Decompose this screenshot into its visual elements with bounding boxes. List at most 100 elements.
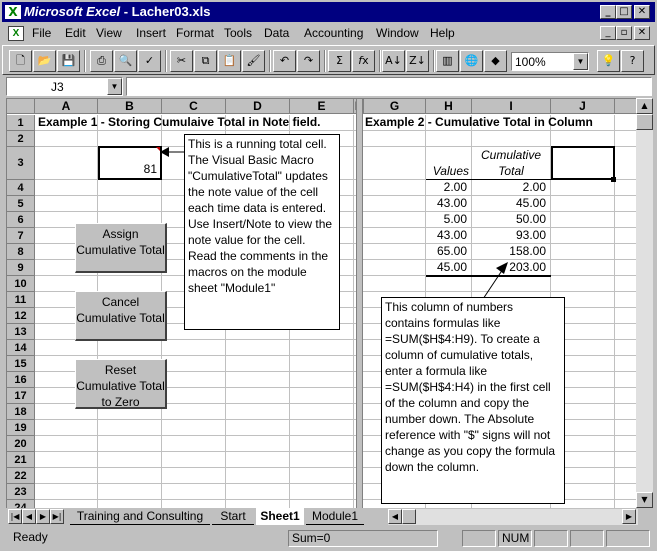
tab-module1[interactable]: Module1 [306, 508, 364, 525]
row-header[interactable]: 7 [7, 228, 35, 244]
scroll-down-icon[interactable]: ▼ [636, 492, 653, 508]
values-cell[interactable]: 5.00 [426, 212, 472, 226]
assign-cumulative-total-button[interactable]: Assign Cumulative Total [75, 223, 167, 273]
values-cell[interactable]: 2.00 [426, 180, 472, 194]
document-control-icon[interactable]: X [8, 26, 24, 41]
format-painter-icon[interactable]: 🖌 [242, 50, 265, 72]
tab-start[interactable]: Start [212, 508, 254, 525]
maximize-button[interactable]: □ [616, 5, 632, 19]
print-icon[interactable]: ⎙ [90, 50, 113, 72]
row-header[interactable]: 10 [7, 276, 35, 292]
row-header[interactable]: 20 [7, 436, 35, 452]
menu-insert[interactable]: Insert [136, 26, 166, 40]
menu-tools[interactable]: Tools [224, 26, 252, 40]
next-sheet-icon[interactable]: ▶ [36, 509, 50, 524]
row-header[interactable]: 1 [7, 115, 35, 131]
scroll-left-icon[interactable]: ◀ [388, 509, 402, 524]
first-sheet-icon[interactable]: |◀ [8, 509, 22, 524]
values-cell[interactable]: 43.00 [426, 228, 472, 242]
window-split-bar[interactable] [356, 99, 363, 508]
row-header[interactable]: 19 [7, 420, 35, 436]
row-header[interactable]: 15 [7, 356, 35, 372]
row-header[interactable]: 2 [7, 131, 35, 147]
cumulative-cell[interactable]: 2.00 [472, 180, 551, 194]
column-header-g[interactable]: G [364, 99, 426, 114]
row-header[interactable]: 3 [7, 147, 35, 180]
horizontal-scrollbar[interactable]: ◀ ▶ [388, 509, 638, 525]
name-box-dropdown-icon[interactable]: ▼ [107, 78, 122, 95]
new-icon[interactable]: 🗋 [9, 50, 32, 72]
vertical-scrollbar[interactable]: ▲ ▼ [636, 98, 653, 508]
menu-edit[interactable]: Edit [65, 26, 86, 40]
help-pointer-icon[interactable]: ? [621, 50, 644, 72]
sort-descending-icon[interactable]: Z↓ [406, 50, 429, 72]
cumulative-cell[interactable]: 93.00 [472, 228, 551, 242]
column-header-h[interactable]: H [426, 99, 472, 114]
row-header[interactable]: 12 [7, 308, 35, 324]
chart-wizard-icon[interactable]: ▥ [436, 50, 459, 72]
column-header-c[interactable]: C [162, 99, 226, 114]
row-header[interactable]: 8 [7, 244, 35, 260]
values-cell[interactable]: 43.00 [426, 196, 472, 210]
scroll-right-icon[interactable]: ▶ [622, 509, 636, 524]
menu-view[interactable]: View [96, 26, 122, 40]
tip-wizard-icon[interactable]: 💡 [597, 50, 620, 72]
column-header-k[interactable] [615, 99, 636, 114]
sort-ascending-icon[interactable]: A↓ [382, 50, 405, 72]
cumulative-cell[interactable]: 45.00 [472, 196, 551, 210]
row-header[interactable]: 13 [7, 324, 35, 340]
row-header[interactable]: 18 [7, 404, 35, 420]
menu-accounting[interactable]: Accounting [304, 26, 363, 40]
row-header[interactable]: 22 [7, 468, 35, 484]
row-header[interactable]: 14 [7, 340, 35, 356]
scroll-thumb[interactable] [636, 114, 653, 130]
open-icon[interactable]: 📂 [33, 50, 56, 72]
values-cell[interactable]: 65.00 [426, 244, 472, 258]
column-header-b[interactable]: B [98, 99, 162, 114]
fill-handle[interactable] [611, 177, 616, 182]
paste-icon[interactable]: 📋 [218, 50, 241, 72]
cumulative-cell[interactable]: 158.00 [472, 244, 551, 258]
cut-icon[interactable]: ✂ [170, 50, 193, 72]
row-header[interactable]: 4 [7, 180, 35, 196]
menu-help[interactable]: Help [430, 26, 455, 40]
doc-minimize-button[interactable]: _ [600, 26, 616, 40]
row-header[interactable]: 5 [7, 196, 35, 212]
column-header-j[interactable]: J [551, 99, 615, 114]
row-header[interactable]: 17 [7, 388, 35, 404]
function-wizard-icon[interactable]: fx [352, 50, 375, 72]
tab-sheet1[interactable]: Sheet1 [256, 508, 304, 525]
row-header[interactable]: 11 [7, 292, 35, 308]
values-cell[interactable]: 45.00 [426, 260, 472, 274]
tab-training-and-consulting[interactable]: Training and Consulting [70, 508, 210, 525]
cancel-cumulative-total-button[interactable]: Cancel Cumulative Total [75, 291, 167, 341]
formula-input[interactable] [126, 77, 652, 96]
copy-icon[interactable]: ⧉ [194, 50, 217, 72]
reset-cumulative-total-button[interactable]: Reset Cumulative Total to Zero [75, 359, 167, 409]
row-header[interactable]: 16 [7, 372, 35, 388]
running-total-cell[interactable]: 81 [98, 146, 162, 180]
doc-close-button[interactable]: ✕ [634, 26, 650, 40]
last-sheet-icon[interactable]: ▶| [50, 509, 64, 524]
row-header[interactable]: 6 [7, 212, 35, 228]
drawing-icon[interactable]: ◆ [484, 50, 507, 72]
row-header[interactable]: 21 [7, 452, 35, 468]
doc-restore-button[interactable]: ▫ [616, 26, 632, 40]
menu-format[interactable]: Format [176, 26, 214, 40]
zoom-dropdown-icon[interactable]: ▼ [573, 53, 588, 70]
close-button[interactable]: ✕ [634, 5, 650, 19]
spelling-icon[interactable]: ✓ [138, 50, 161, 72]
cumulative-cell[interactable]: 50.00 [472, 212, 551, 226]
scroll-up-icon[interactable]: ▲ [636, 98, 653, 114]
active-cell-j3[interactable] [551, 146, 615, 180]
row-header[interactable]: 24 [7, 500, 35, 508]
map-icon[interactable]: 🌐 [460, 50, 483, 72]
previous-sheet-icon[interactable]: ◀ [22, 509, 36, 524]
zoom-combo[interactable]: 100% ▼ [511, 52, 589, 71]
save-icon[interactable]: 💾 [57, 50, 80, 72]
column-header-i[interactable]: I [472, 99, 551, 114]
menu-file[interactable]: File [32, 26, 51, 40]
redo-icon[interactable]: ↷ [297, 50, 320, 72]
column-header-a[interactable]: A [35, 99, 98, 114]
undo-icon[interactable]: ↶ [273, 50, 296, 72]
